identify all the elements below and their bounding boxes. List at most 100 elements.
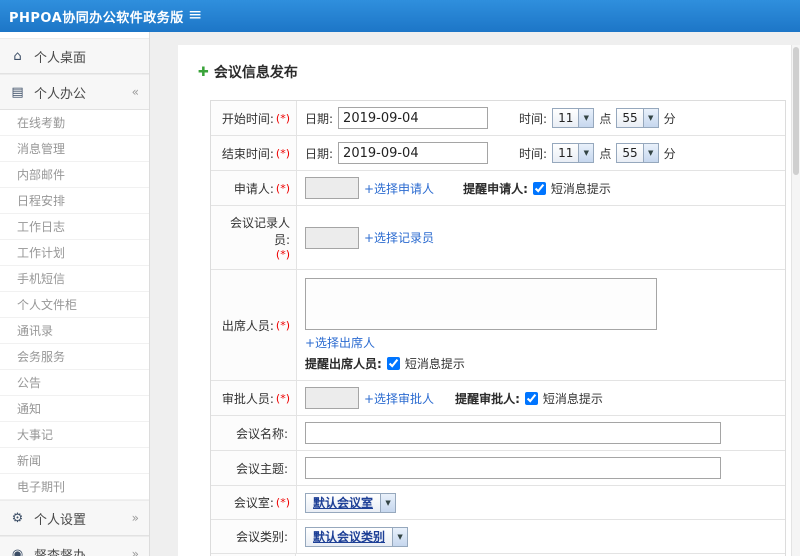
sms-hint-label: 短消息提示 xyxy=(550,181,611,196)
sidebar-item[interactable]: 电子期刊 xyxy=(0,474,149,500)
sidebar-section-label: 督查督办 xyxy=(34,548,87,556)
chevron-down-icon: ▼ xyxy=(578,109,594,127)
eye-icon: ◉ xyxy=(11,546,24,556)
approver-sms-checkbox[interactable] xyxy=(524,391,538,405)
chevron-down-icon: ▼ xyxy=(642,144,658,162)
start-hour-select[interactable]: 11 ▼ xyxy=(552,108,595,128)
remind-attendees-label: 提醒出席人员: xyxy=(305,357,382,371)
chevron-down-icon: ▼ xyxy=(392,527,408,546)
date-label: 日期: xyxy=(305,146,334,161)
start-date-input[interactable] xyxy=(338,107,489,129)
sidebar-section-office[interactable]: ▤ 个人办公 « xyxy=(0,74,149,110)
time-label: 时间: xyxy=(519,146,548,161)
sms-hint-label: 短消息提示 xyxy=(542,391,603,406)
end-date-input[interactable] xyxy=(338,142,489,164)
minute-unit-label: 分 xyxy=(663,146,676,161)
chevron-down-icon: ▼ xyxy=(578,144,594,162)
remind-approver-label: 提醒审批人: xyxy=(455,391,520,406)
sidebar-item[interactable]: 个人文件柜 xyxy=(0,292,149,318)
main-panel: ✚ 会议信息发布 开始时间: (*) 日期: 时间: 11▼ 点 55▼ xyxy=(178,45,791,556)
choose-applicant-link[interactable]: +选择申请人 xyxy=(364,180,434,197)
field-label: 结束时间: xyxy=(221,146,274,161)
sidebar-item[interactable]: 内部邮件 xyxy=(0,162,149,188)
sidebar-item[interactable]: 工作日志 xyxy=(0,214,149,240)
sms-hint-label: 短消息提示 xyxy=(404,357,465,371)
sidebar-item[interactable]: 通知 xyxy=(0,396,149,422)
meeting-name-input[interactable] xyxy=(305,422,721,444)
field-label: 申请人: xyxy=(233,181,274,196)
choose-attendees-link[interactable]: +选择出席人 xyxy=(305,334,375,351)
add-icon: ✚ xyxy=(198,64,209,80)
applicant-sms-checkbox[interactable] xyxy=(532,181,546,195)
field-label: 会议主题: xyxy=(235,461,288,476)
sidebar-item[interactable]: 工作计划 xyxy=(0,240,149,266)
sidebar-item[interactable]: 新闻 xyxy=(0,448,149,474)
page-title-row: ✚ 会议信息发布 xyxy=(178,45,791,94)
form-row-approver: 审批人员: (*) +选择审批人 提醒审批人: 短消息提示 xyxy=(211,380,785,415)
field-label: 会议室: xyxy=(233,496,274,510)
vertical-scrollbar[interactable] xyxy=(791,45,800,556)
form-row-end-time: 结束时间: (*) 日期: 时间: 11▼ 点 55▼ 分 xyxy=(211,135,785,170)
form-row-meeting-room: 会议室: (*) 默认会议室 ▼ xyxy=(211,485,785,519)
meeting-category-select[interactable]: 默认会议类别 ▼ xyxy=(305,526,409,547)
choose-recorder-link[interactable]: +选择记录员 xyxy=(364,229,434,246)
sidebar-section-desktop[interactable]: ⌂ 个人桌面 xyxy=(0,38,149,74)
sidebar-item[interactable]: 在线考勤 xyxy=(0,110,149,136)
time-label: 时间: xyxy=(519,111,548,126)
required-marker: (*) xyxy=(275,111,290,125)
briefcase-icon: ▤ xyxy=(11,84,24,100)
chevron-expand-icon: » xyxy=(131,547,139,556)
sidebar-menu: 在线考勤 消息管理 内部邮件 日程安排 工作日志 工作计划 手机短信 个人文件柜 通讯录 会务服务… xyxy=(0,110,149,500)
meeting-subject-input[interactable] xyxy=(305,457,721,479)
sidebar-section-settings[interactable]: ⚙ 个人设置 » xyxy=(0,500,149,536)
required-marker: (*) xyxy=(275,248,290,261)
required-marker: (*) xyxy=(275,318,290,332)
field-label: 审批人员: xyxy=(221,391,274,406)
chevron-collapse-icon: « xyxy=(131,85,139,99)
attendees-textarea[interactable] xyxy=(305,278,657,330)
form-row-applicant: 申请人: (*) +选择申请人 提醒申请人: 短消息提示 xyxy=(211,170,785,205)
required-marker: (*) xyxy=(275,146,290,160)
app-title: PHPOA协同办公软件政务版 xyxy=(9,10,184,26)
sidebar-item[interactable]: 日程安排 xyxy=(0,188,149,214)
form-row-meeting-name: 会议名称: xyxy=(211,415,785,450)
chevron-expand-icon: » xyxy=(131,511,139,525)
sidebar-item[interactable]: 手机短信 xyxy=(0,266,149,292)
sidebar-section-label: 个人设置 xyxy=(34,512,87,528)
sidebar-item[interactable]: 消息管理 xyxy=(0,136,149,162)
choose-approver-link[interactable]: +选择审批人 xyxy=(364,390,434,407)
sidebar-item[interactable]: 通讯录 xyxy=(0,318,149,344)
desktop-icon: ⌂ xyxy=(13,48,22,64)
form-row-recorder: 会议记录人员: (*) +选择记录员 xyxy=(211,205,785,269)
sidebar-section-supervision[interactable]: ◉ 督查督办 » xyxy=(0,536,149,556)
applicant-input[interactable] xyxy=(305,177,359,199)
attendees-sms-checkbox[interactable] xyxy=(386,357,400,370)
start-minute-select[interactable]: 55 ▼ xyxy=(616,108,659,128)
form-row-start-time: 开始时间: (*) 日期: 时间: 11▼ 点 55▼ 分 xyxy=(211,101,785,135)
chevron-down-icon: ▼ xyxy=(380,493,396,512)
form-row-meeting-subject: 会议主题: xyxy=(211,450,785,485)
minute-unit-label: 分 xyxy=(663,111,676,126)
app-window: PHPOA协同办公软件政务版 ≡ ⌂ 个人桌面 ▤ 个人办公 « 在线考勤 消息管… xyxy=(0,0,800,556)
end-minute-select[interactable]: 55 ▼ xyxy=(616,143,659,163)
sidebar-item[interactable]: 会务服务 xyxy=(0,344,149,370)
date-label: 日期: xyxy=(305,111,334,126)
page-title: 会议信息发布 xyxy=(213,65,298,81)
form-row-attendees: 出席人员: (*) +选择出席人 提醒出席人员: 短消息提示 xyxy=(211,269,785,380)
end-hour-select[interactable]: 11 ▼ xyxy=(552,143,595,163)
required-marker: (*) xyxy=(275,391,290,405)
sidebar-item[interactable]: 大事记 xyxy=(0,422,149,448)
field-label: 会议记录人员: xyxy=(229,216,290,247)
menu-icon[interactable]: ≡ xyxy=(188,5,202,25)
meeting-room-select[interactable]: 默认会议室 ▼ xyxy=(305,492,397,513)
recorder-input[interactable] xyxy=(305,226,359,249)
required-marker: (*) xyxy=(275,496,290,509)
sidebar-item[interactable]: 公告 xyxy=(0,370,149,396)
field-label: 会议名称: xyxy=(235,426,288,441)
scrollbar-thumb[interactable] xyxy=(793,47,799,175)
content-area: ✚ 会议信息发布 开始时间: (*) 日期: 时间: 11▼ 点 55▼ xyxy=(150,32,800,556)
remind-applicant-label: 提醒申请人: xyxy=(463,181,528,196)
approver-input[interactable] xyxy=(305,387,359,409)
sidebar-section-label: 个人办公 xyxy=(34,86,87,102)
hour-unit-label: 点 xyxy=(599,146,612,161)
